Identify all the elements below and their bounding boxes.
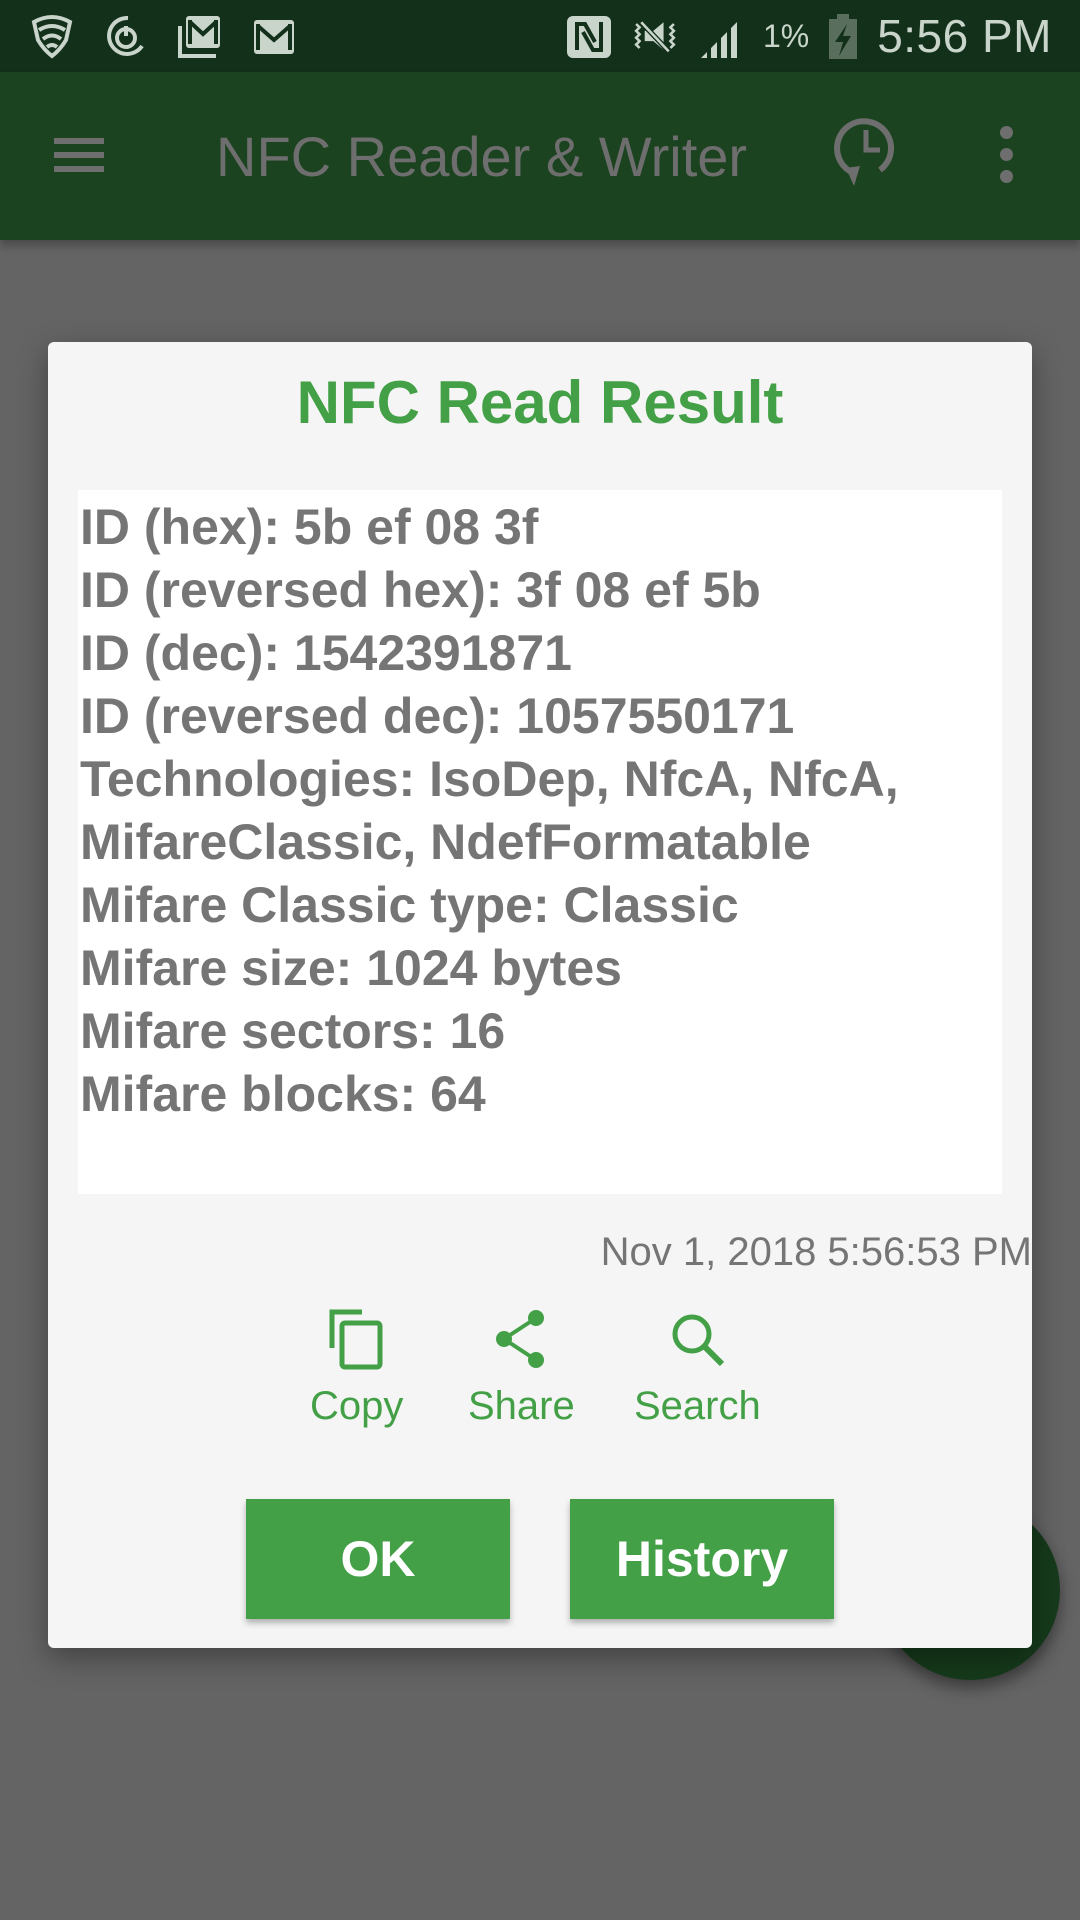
nfc-icon: [565, 12, 613, 60]
dot: [999, 169, 1013, 183]
result-line-mifare-size: Mifare size: 1024 bytes: [80, 940, 622, 996]
signal-icon: [697, 12, 745, 60]
result-line-id-reversed-hex: ID (reversed hex): 3f 08 ef 5b: [80, 562, 761, 618]
copy-button[interactable]: Copy: [310, 1308, 403, 1429]
battery-charging-icon: [827, 12, 859, 60]
result-line-technologies: Technologies: IsoDep, NfcA, NfcA,: [80, 751, 899, 807]
share-label: Share: [468, 1384, 575, 1428]
copy-label: Copy: [310, 1384, 404, 1428]
history-button[interactable]: History: [570, 1499, 834, 1619]
history-clock-icon[interactable]: [830, 112, 900, 196]
result-text-box: ID (hex): 5b ef 08 3f ID (reversed hex):…: [78, 490, 1002, 1194]
search-label: Search: [634, 1384, 761, 1428]
result-line-technologies-cont: MifareClassic, NdefFormatable: [80, 814, 811, 870]
dialog-title: NFC Read Result: [296, 369, 784, 436]
action-row: Copy Share Search: [48, 1308, 1032, 1448]
app-title: NFC Reader & Writer: [216, 125, 748, 188]
ok-button[interactable]: OK: [246, 1499, 510, 1619]
battery-percentage: 1%: [762, 17, 810, 54]
result-line-mifare-blocks: Mifare blocks: 64: [80, 1066, 486, 1122]
status-clock: 5:56 PM: [877, 10, 1052, 62]
sync-power-icon: [102, 12, 150, 60]
status-system-icons: 1% 5:56 PM: [565, 0, 1052, 72]
result-line-id-hex: ID (hex): 5b ef 08 3f: [80, 499, 539, 555]
nfc-result-dialog: NFC Read Result ID (hex): 5b ef 08 3f ID…: [48, 342, 1032, 1648]
lookout-shield-icon: [28, 12, 76, 60]
search-button[interactable]: Search: [634, 1308, 761, 1429]
result-line-id-dec: ID (dec): 1542391871: [80, 625, 572, 681]
hamburger-menu-icon[interactable]: [46, 122, 110, 186]
share-button[interactable]: Share: [468, 1308, 575, 1429]
read-timestamp: Nov 1, 2018 5:56:53 PM: [600, 1230, 1032, 1274]
gmail-multiple-icon: [176, 12, 224, 60]
more-vert-icon[interactable]: [986, 122, 1026, 186]
search-icon: [672, 1314, 725, 1367]
app-bar: NFC Reader & Writer: [0, 72, 1080, 240]
result-line-id-reversed-dec: ID (reversed dec): 1057550171: [80, 688, 795, 744]
status-notification-icons: [0, 12, 298, 60]
dot: [999, 125, 1013, 139]
result-line-mifare-type: Mifare Classic type: Classic: [80, 877, 739, 933]
copy-icon: [329, 1309, 383, 1370]
vibrate-mute-icon: [631, 12, 679, 60]
share-icon: [496, 1310, 545, 1368]
gmail-icon: [250, 12, 298, 60]
status-bar: 1% 5:56 PM: [0, 0, 1080, 72]
dot: [999, 147, 1013, 161]
result-line-mifare-sectors: Mifare sectors: 16: [80, 1003, 506, 1059]
